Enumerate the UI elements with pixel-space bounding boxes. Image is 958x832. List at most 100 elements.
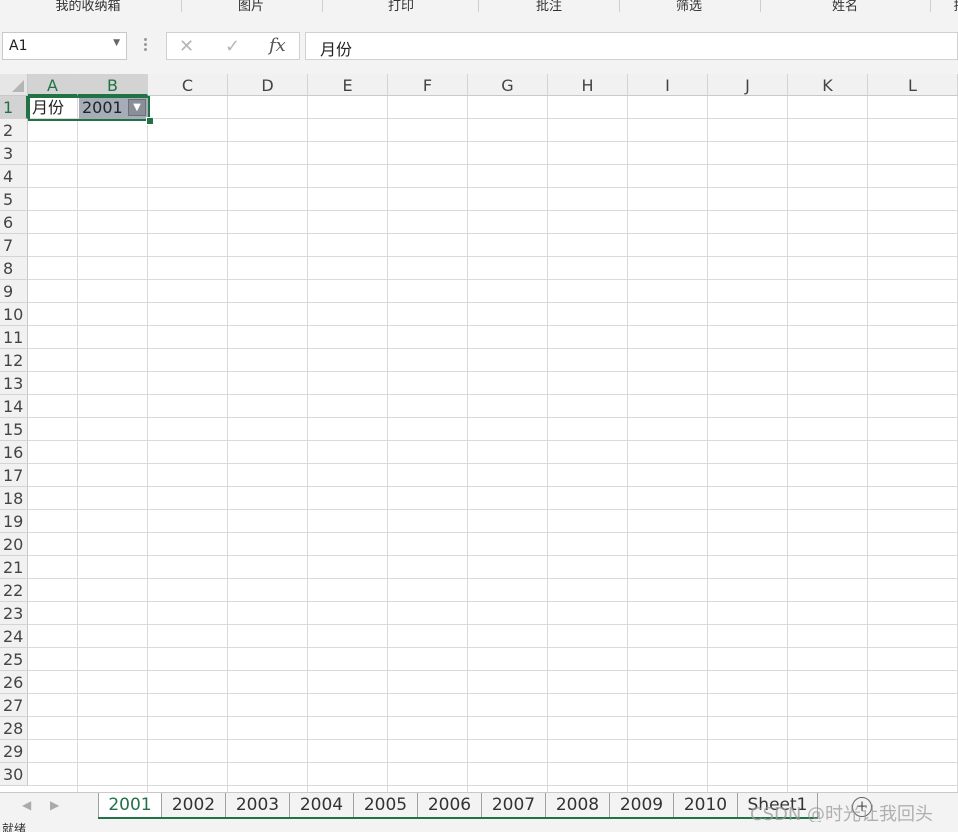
column-gridline [867,96,868,792]
column-header-a[interactable]: A [28,74,78,96]
row-header-15[interactable]: 15 [0,418,28,441]
ribbon-group-partial[interactable]: 排 [950,0,958,15]
sheet-tab-2009[interactable]: 2009 [610,793,674,819]
formula-value: 月份 [320,40,353,59]
formula-input[interactable]: 月份 [305,32,958,60]
cell-area[interactable] [28,96,958,792]
column-gridline [387,96,388,792]
filter-icon[interactable]: ▼ [128,99,146,116]
sheet-tab-2005[interactable]: 2005 [354,793,418,819]
row-header-18[interactable]: 18 [0,487,28,510]
select-all-icon [12,80,24,92]
row-header-20[interactable]: 20 [0,533,28,556]
row-header-16[interactable]: 16 [0,441,28,464]
row-header-13[interactable]: 13 [0,372,28,395]
row-header-22[interactable]: 22 [0,579,28,602]
column-header-g[interactable]: G [468,74,548,96]
column-header-i[interactable]: I [628,74,708,96]
row-header-27[interactable]: 27 [0,694,28,717]
name-box-value: A1 [9,38,28,54]
ribbon-group-comment[interactable]: 批注 [524,0,574,15]
ribbon-separator [181,0,182,12]
row-header-26[interactable]: 26 [0,671,28,694]
row-header-24[interactable]: 24 [0,625,28,648]
column-gridline [467,96,468,792]
ribbon-separator [478,0,479,12]
column-header-j[interactable]: J [708,74,788,96]
sheet-tab-2007[interactable]: 2007 [482,793,546,819]
row-header-10[interactable]: 10 [0,303,28,326]
ribbon-group-filter[interactable]: 筛选 [664,0,714,15]
select-all-button[interactable] [0,74,28,96]
row-header-8[interactable]: 8 [0,257,28,280]
ribbon-group-picture[interactable]: 图片 [226,0,276,15]
row-header-1[interactable]: 1 [0,96,28,119]
row-header-28[interactable]: 28 [0,717,28,740]
row-header-4[interactable]: 4 [0,165,28,188]
formula-buttons: ✕ ✓ fx [166,32,300,60]
row-header-19[interactable]: 19 [0,510,28,533]
row-header-17[interactable]: 17 [0,464,28,487]
column-header-b[interactable]: B [78,74,148,96]
column-gridline [77,96,78,792]
ribbon-separator [619,0,620,12]
enter-icon[interactable]: ✓ [225,36,240,57]
column-header-h[interactable]: H [548,74,628,96]
column-header-k[interactable]: K [788,74,868,96]
sheet-tab-2003[interactable]: 2003 [226,793,290,819]
column-gridline [707,96,708,792]
column-gridline [627,96,628,792]
row-header-21[interactable]: 21 [0,556,28,579]
column-header-e[interactable]: E [308,74,388,96]
row-header-5[interactable]: 5 [0,188,28,211]
ribbon-separator [322,0,323,12]
insert-function-button[interactable]: fx [269,35,286,56]
formula-bar: A1 ▼ ✕ ✓ fx 月份 [0,17,958,74]
row-header-14[interactable]: 14 [0,395,28,418]
sheet-tab-2001[interactable]: 2001 [98,793,162,819]
tabs-underline [98,817,818,819]
row-header-6[interactable]: 6 [0,211,28,234]
row-header-23[interactable]: 23 [0,602,28,625]
column-header-d[interactable]: D [228,74,308,96]
tab-scroll-right-icon[interactable]: ▶ [50,798,59,812]
column-gridline [147,96,148,792]
drag-handle-icon[interactable] [142,36,148,56]
row-header-29[interactable]: 29 [0,740,28,763]
ribbon-separator [760,0,761,12]
column-gridline [307,96,308,792]
sheet-tab-2002[interactable]: 2002 [162,793,226,819]
cell-a1[interactable]: 月份 [29,97,78,119]
tab-scroll-left-icon[interactable]: ◀ [22,798,31,812]
ribbon-group-storage-box[interactable]: 我的收纳箱 [50,0,126,15]
sheet-tab-2010[interactable]: 2010 [674,793,738,819]
column-gridline [787,96,788,792]
ribbon-group-print[interactable]: 打印 [376,0,426,15]
column-header-f[interactable]: F [388,74,468,96]
ribbon-strip: 我的收纳箱 图片 打印 批注 筛选 姓名 排 [0,0,958,18]
spreadsheet-grid[interactable]: ABCDEFGHIJKL 1 2 3 4 5 6 7 8 9 10 11 12 13 14 15 16 17 18… [0,74,958,792]
column-header-c[interactable]: C [148,74,228,96]
row-header-3[interactable]: 3 [0,142,28,165]
fill-handle[interactable] [146,117,154,125]
row-header-25[interactable]: 25 [0,648,28,671]
ribbon-group-name[interactable]: 姓名 [820,0,870,15]
status-bar: 就绪 [0,822,958,832]
status-text: 就绪 [2,822,27,832]
sheet-tab-2006[interactable]: 2006 [418,793,482,819]
row-header-9[interactable]: 9 [0,280,28,303]
cancel-icon[interactable]: ✕ [179,36,194,57]
sheet-tab-2008[interactable]: 2008 [546,793,610,819]
name-box[interactable]: A1 ▼ [2,32,127,60]
column-header-l[interactable]: L [868,74,958,96]
ribbon-separator [930,0,931,12]
column-gridline [547,96,548,792]
row-header-7[interactable]: 7 [0,234,28,257]
sheet-tab-2004[interactable]: 2004 [290,793,354,819]
chevron-down-icon[interactable]: ▼ [113,38,120,48]
column-gridline [227,96,228,792]
row-header-2[interactable]: 2 [0,119,28,142]
row-header-30[interactable]: 30 [0,763,28,786]
row-header-12[interactable]: 12 [0,349,28,372]
row-header-11[interactable]: 11 [0,326,28,349]
